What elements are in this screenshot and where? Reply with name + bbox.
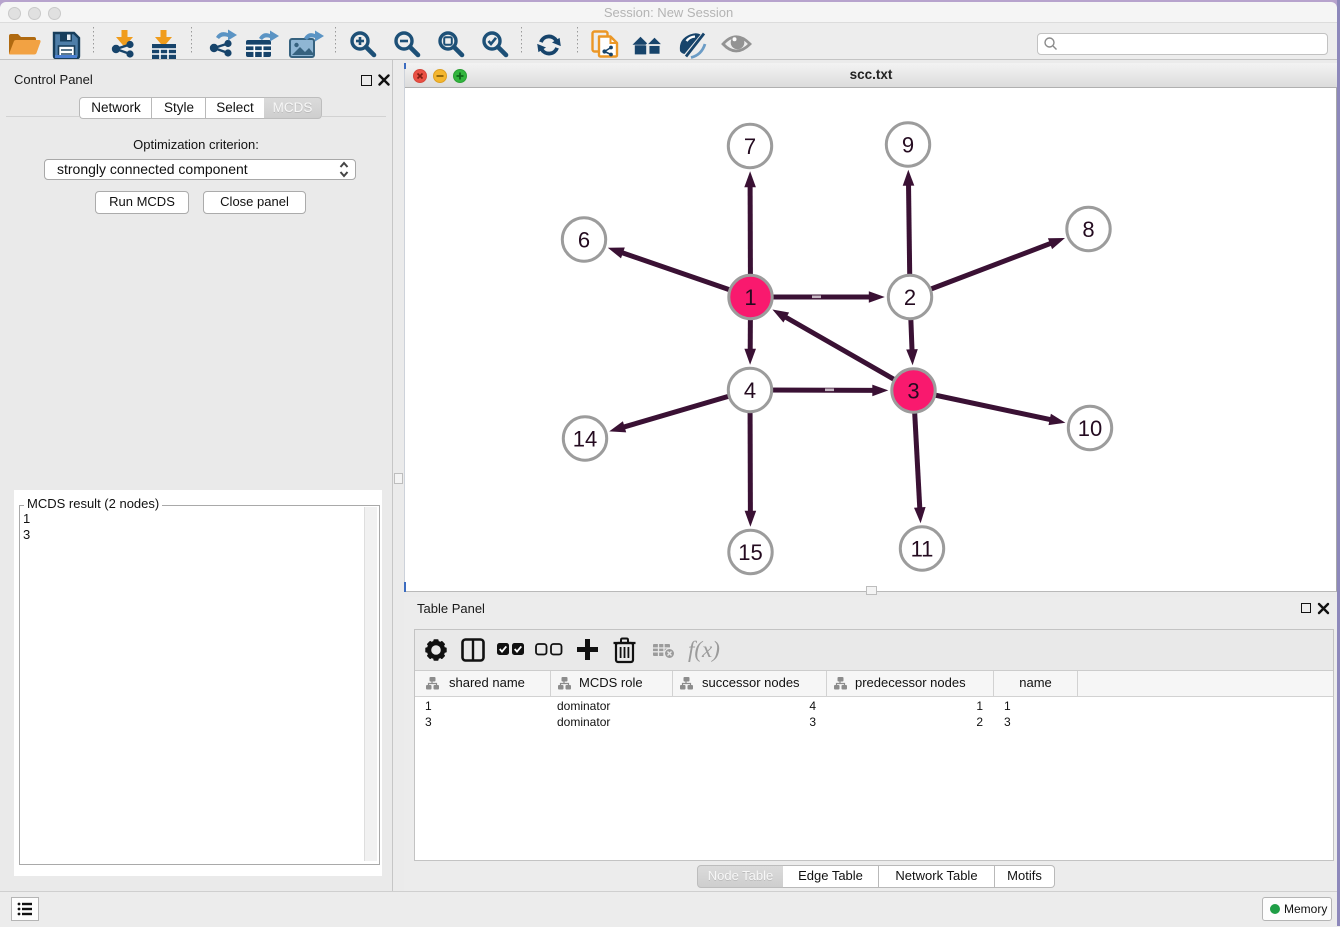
svg-text:14: 14 — [573, 427, 597, 452]
svg-text:2: 2 — [904, 285, 916, 310]
svg-text:1: 1 — [744, 285, 756, 310]
svg-text:11: 11 — [911, 537, 934, 562]
svg-text:7: 7 — [744, 134, 756, 159]
svg-text:9: 9 — [902, 133, 914, 158]
svg-text:10: 10 — [1078, 416, 1102, 441]
svg-text:8: 8 — [1082, 217, 1094, 242]
svg-text:6: 6 — [578, 228, 590, 253]
svg-text:4: 4 — [744, 378, 756, 403]
svg-text:15: 15 — [738, 540, 762, 565]
svg-text:f(x): f(x) — [688, 637, 720, 662]
svg-text:3: 3 — [907, 379, 919, 404]
